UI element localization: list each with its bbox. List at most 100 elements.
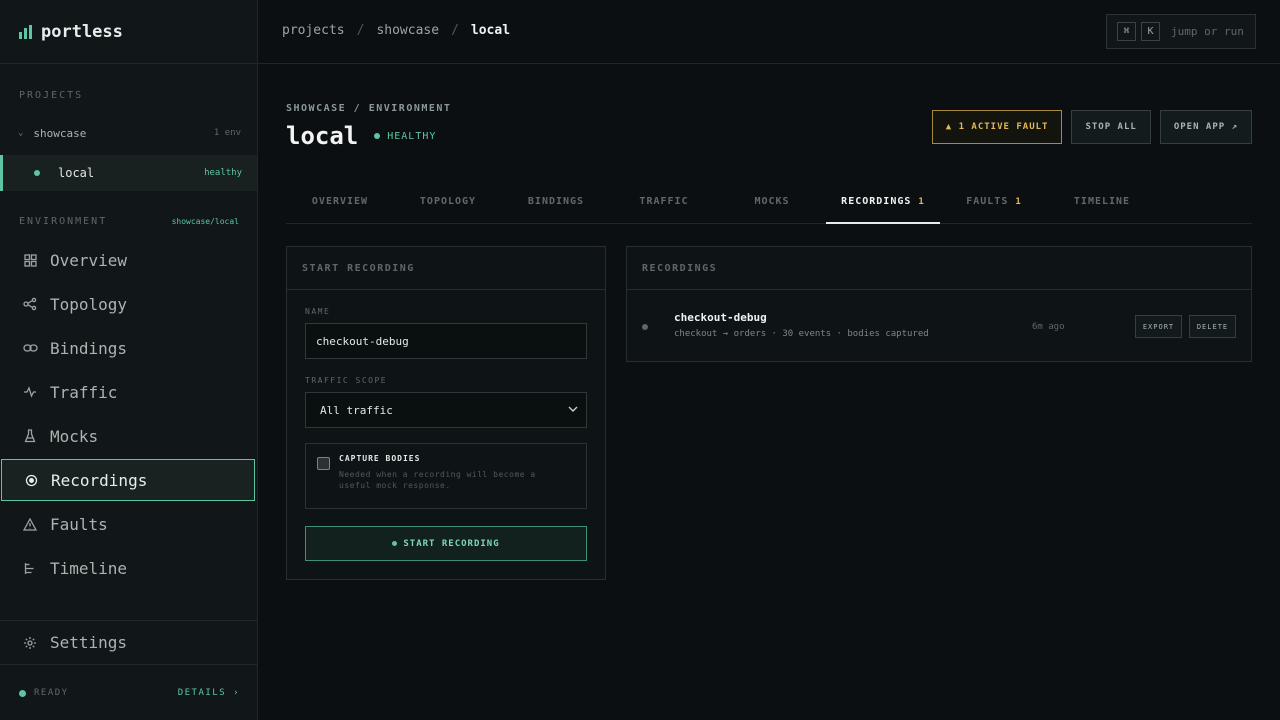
breadcrumb-current: local [470,23,511,38]
env-status: healthy [204,168,242,178]
capture-bodies-checkbox[interactable] [317,457,330,470]
tab-recordings[interactable]: RECORDINGS 1 [826,180,940,224]
settings-label: Settings [50,633,128,652]
scope-select-value: All traffic [320,403,393,417]
sidebar-item-label: Recordings [51,470,148,490]
tab-label: TRAFFIC [639,196,689,207]
tab-label: RECORDINGS [841,196,912,207]
sidebar-item-traffic[interactable]: Traffic [0,370,257,414]
section-crumb: SHOWCASE / ENVIRONMENT [286,103,452,114]
sidebar-item-topology[interactable]: Topology [0,282,257,326]
topology-icon [22,296,38,312]
command-hint: jump or run [1171,25,1244,38]
sidebar-item-recordings[interactable]: Recordings [1,459,255,501]
sidebar-item-label: Overview [50,250,128,270]
env-name: local [58,166,95,180]
breadcrumb-projects[interactable]: projects [282,23,345,38]
name-input-value: checkout-debug [316,334,409,348]
sidebar-item-label: Mocks [50,426,99,446]
command-palette-button[interactable]: ⌘ K jump or run [1106,14,1256,49]
kbd-cmd: ⌘ [1117,22,1136,41]
recording-name: checkout-debug [674,311,767,324]
panel-title: START RECORDING [287,247,605,290]
flask-icon [22,428,38,444]
breadcrumb-showcase[interactable]: showcase [376,23,439,38]
timeline-icon [22,560,38,576]
environment-path: showcase/local [171,217,239,226]
status-dot-icon [19,689,26,697]
stop-all-button[interactable]: STOP ALL [1071,110,1151,144]
status-dot-icon [642,324,648,330]
tab-traffic[interactable]: TRAFFIC [610,180,718,223]
sidebar: portless PROJECTS ⌄ showcase 1 env local… [0,0,258,720]
status-badge: HEALTHY [374,131,436,142]
sidebar-nav: Overview Topology Bindings Traffic Mocks… [0,238,257,590]
traffic-scope-select[interactable]: All traffic [305,392,587,428]
start-recording-button[interactable]: START RECORDING [305,526,587,561]
bars-logo-icon [19,24,32,39]
status-dot-icon [374,133,381,139]
grid-icon [22,252,38,268]
title-row: local HEALTHY [286,122,436,150]
sidebar-item-timeline[interactable]: Timeline [0,546,257,590]
status-dot-icon [34,170,40,176]
sidebar-item-settings[interactable]: Settings [0,620,257,665]
tab-mocks[interactable]: MOCKS [718,180,826,223]
breadcrumb-separator: / [356,23,365,38]
tab-faults[interactable]: FAULTS 1 [940,180,1048,223]
tab-label: TIMELINE [1073,196,1131,207]
warning-icon [22,516,38,532]
environment-label: ENVIRONMENT [19,216,108,227]
capture-bodies-title: CAPTURE BODIES [339,454,421,463]
status-ready: READY [34,688,69,698]
sidebar-item-label: Topology [50,294,128,314]
name-label: NAME [305,307,331,316]
page-title: local [286,122,359,150]
tab-label: OVERVIEW [311,196,369,207]
tab-badge: 1 [1015,196,1022,207]
tab-topology[interactable]: TOPOLOGY [394,180,502,223]
project-item-showcase[interactable]: ⌄ showcase 1 env [0,118,257,148]
sidebar-item-label: Faults [50,514,108,534]
health-label: HEALTHY [387,130,437,142]
export-button[interactable]: EXPORT [1135,315,1182,338]
recording-meta: checkout → orders · 30 events · bodies c… [674,329,929,339]
record-dot-icon [392,541,398,546]
sidebar-item-faults[interactable]: Faults [0,502,257,546]
record-icon [23,472,39,488]
project-meta: 1 env [213,128,241,138]
tab-label: BINDINGS [527,196,585,207]
sidebar-item-overview[interactable]: Overview [0,238,257,282]
status-bar: READY DETAILS › [0,666,257,720]
capture-bodies-desc: Needed when a recording will become a us… [339,470,536,490]
name-input[interactable]: checkout-debug [305,323,587,359]
active-fault-button[interactable]: ▲ 1 ACTIVE FAULT [931,110,1063,144]
tab-timeline[interactable]: TIMELINE [1048,180,1156,223]
sidebar-item-bindings[interactable]: Bindings [0,326,257,370]
environment-header: ENVIRONMENT showcase/local [19,216,239,227]
details-link[interactable]: DETAILS › [178,688,240,698]
projects-label: PROJECTS [19,90,84,101]
brand-name: portless [41,21,123,42]
panel-title: RECORDINGS [627,247,1251,290]
open-app-button[interactable]: OPEN APP ↗ [1159,110,1252,144]
tab-bindings[interactable]: BINDINGS [502,180,610,223]
sidebar-item-label: Timeline [50,558,128,578]
tab-overview[interactable]: OVERVIEW [286,180,394,223]
sidebar-item-mocks[interactable]: Mocks [0,414,257,458]
start-recording-label: START RECORDING [403,538,500,549]
kbd-k: K [1141,22,1160,41]
breadcrumb: projects / showcase / local [282,23,510,38]
scope-label: TRAFFIC SCOPE [305,376,388,385]
env-item-local[interactable]: local healthy [0,155,257,191]
start-recording-panel: START RECORDING NAME checkout-debug TRAF… [286,246,606,580]
tab-bar: OVERVIEW TOPOLOGY BINDINGS TRAFFIC MOCKS… [286,180,1252,224]
brand[interactable]: portless [0,0,257,64]
chevron-down-icon [568,405,578,415]
pulse-icon [22,384,38,400]
tab-badge: 1 [918,196,925,207]
delete-button[interactable]: DELETE [1189,315,1236,338]
capture-bodies-option[interactable]: CAPTURE BODIES Needed when a recording w… [305,443,587,509]
recordings-panel: RECORDINGS checkout-debug checkout → ord… [626,246,1252,362]
list-item[interactable]: checkout-debug checkout → orders · 30 ev… [627,291,1251,361]
